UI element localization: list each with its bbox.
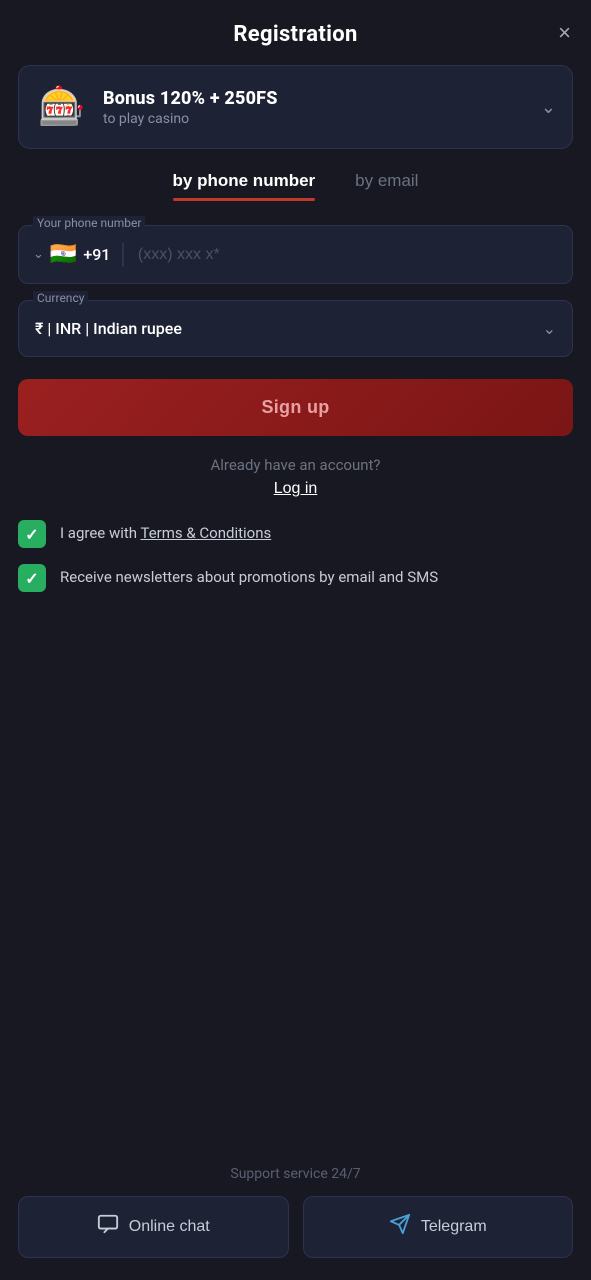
registration-tabs: by phone number by email — [0, 171, 591, 205]
modal-header: Registration × — [0, 0, 591, 65]
support-label: Support service 24/7 — [230, 1166, 360, 1182]
terms-prefix-text: I agree with — [60, 524, 140, 542]
newsletter-checkbox-row: ✓ Receive newsletters about promotions b… — [18, 564, 573, 592]
bonus-text-area: Bonus 120% + 250FS to play casino — [103, 88, 527, 127]
checkboxes-section: ✓ I agree with Terms & Conditions ✓ Rece… — [0, 498, 591, 592]
check-icon: ✓ — [25, 525, 38, 544]
currency-row: ₹ | INR | Indian rupee ⌄ — [19, 301, 572, 356]
terms-checkbox[interactable]: ✓ — [18, 520, 46, 548]
phone-label: Your phone number — [33, 216, 145, 230]
currency-label: Currency — [33, 291, 88, 305]
newsletter-label: Receive newsletters about promotions by … — [60, 564, 438, 589]
bonus-title: Bonus 120% + 250FS — [103, 88, 527, 109]
registration-form: Your phone number ⌄ 🇮🇳 +91 Currency ₹ | … — [0, 211, 591, 373]
currency-value: ₹ | INR | Indian rupee — [35, 319, 182, 338]
bonus-subtitle: to play casino — [103, 111, 527, 127]
newsletter-checkbox[interactable]: ✓ — [18, 564, 46, 592]
chat-label: Online chat — [129, 1218, 210, 1236]
bonus-banner[interactable]: 🎰 Bonus 120% + 250FS to play casino ⌄ — [18, 65, 573, 149]
login-section: Already have an account? Log in — [0, 456, 591, 498]
telegram-button[interactable]: Telegram — [303, 1196, 574, 1258]
bonus-chevron-icon: ⌄ — [541, 97, 556, 118]
support-buttons: Online chat Telegram — [18, 1196, 573, 1258]
terms-checkbox-row: ✓ I agree with Terms & Conditions — [18, 520, 573, 548]
phone-number-input[interactable] — [138, 246, 558, 264]
login-link[interactable]: Log in — [274, 480, 318, 498]
modal-title: Registration — [233, 22, 357, 47]
phone-input-group: Your phone number ⌄ 🇮🇳 +91 — [18, 225, 573, 284]
phone-divider — [122, 243, 124, 267]
login-prompt: Already have an account? — [210, 456, 380, 474]
currency-input-group[interactable]: Currency ₹ | INR | Indian rupee ⌄ — [18, 300, 573, 357]
tab-phone[interactable]: by phone number — [173, 171, 316, 201]
country-chevron-icon: ⌄ — [33, 247, 44, 262]
chat-icon — [97, 1213, 119, 1241]
terms-label: I agree with Terms & Conditions — [60, 520, 271, 545]
currency-chevron-icon: ⌄ — [543, 319, 556, 338]
close-button[interactable]: × — [558, 22, 571, 44]
online-chat-button[interactable]: Online chat — [18, 1196, 289, 1258]
bonus-icon: 🎰 — [35, 80, 89, 134]
telegram-icon — [389, 1213, 411, 1241]
terms-link[interactable]: Terms & Conditions — [140, 524, 271, 542]
support-section: Support service 24/7 Online chat Telegra… — [0, 1150, 591, 1280]
check-icon-2: ✓ — [25, 569, 38, 588]
telegram-label: Telegram — [421, 1218, 487, 1236]
phone-row: ⌄ 🇮🇳 +91 — [19, 226, 572, 283]
country-flag: 🇮🇳 — [50, 242, 77, 267]
signup-button[interactable]: Sign up — [18, 379, 573, 436]
country-code: +91 — [83, 245, 110, 264]
country-selector[interactable]: ⌄ 🇮🇳 +91 — [33, 242, 122, 267]
tab-email[interactable]: by email — [355, 171, 418, 201]
